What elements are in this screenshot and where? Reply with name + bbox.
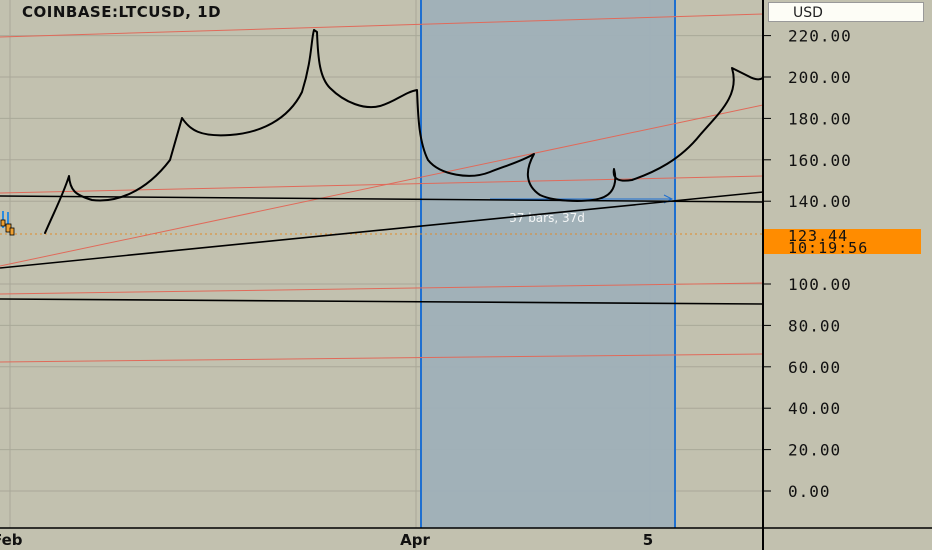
price-tick-label: 20.00 bbox=[788, 441, 841, 460]
candle-body bbox=[0, 219, 6, 227]
price-tick-label: 0.00 bbox=[788, 482, 831, 501]
current-price-badge: 123.44 10:19:56 bbox=[764, 229, 921, 257]
bar-countdown: 10:19:56 bbox=[788, 239, 869, 257]
time-tick-label: Apr bbox=[400, 531, 430, 549]
price-tick-label: 180.00 bbox=[788, 109, 852, 128]
price-tick-label: 60.00 bbox=[788, 358, 841, 377]
date-range-selection[interactable] bbox=[421, 0, 675, 528]
time-tick-label: Feb bbox=[0, 531, 23, 549]
price-tick-label: 200.00 bbox=[788, 68, 852, 87]
time-tick-label: 5 bbox=[643, 531, 653, 549]
price-tick-label: 140.00 bbox=[788, 192, 852, 211]
price-tick-label: 40.00 bbox=[788, 399, 841, 418]
currency-label[interactable]: USD bbox=[768, 2, 924, 22]
price-chart[interactable]: 37 bars, 37d 220.00200.00180.00160.00140… bbox=[0, 0, 932, 550]
time-axis[interactable]: Feb Apr 5 bbox=[0, 531, 653, 549]
price-tick-label: 80.00 bbox=[788, 316, 841, 335]
candle-body bbox=[9, 227, 15, 236]
candles bbox=[0, 211, 15, 236]
symbol-title[interactable]: COINBASE:LTCUSD, 1D bbox=[22, 3, 221, 21]
price-tick-label: 100.00 bbox=[788, 275, 852, 294]
trading-chart-window: 37 bars, 37d 220.00 200.00 180.00 160.00… bbox=[0, 0, 932, 550]
price-tick-label: 220.00 bbox=[788, 27, 852, 46]
price-tick-label: 160.00 bbox=[788, 151, 852, 170]
